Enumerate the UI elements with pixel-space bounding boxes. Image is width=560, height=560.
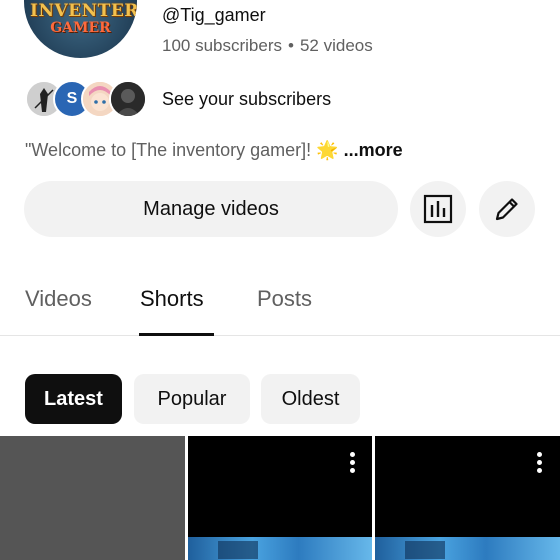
subscriber-count: 100 subscribers bbox=[162, 36, 283, 55]
dark-avatar-icon bbox=[111, 82, 145, 116]
pencil-icon bbox=[495, 198, 518, 221]
short-thumbnail[interactable] bbox=[0, 436, 185, 560]
thumbnail-image bbox=[375, 537, 560, 560]
active-tab-indicator bbox=[139, 333, 214, 336]
filter-chip-oldest[interactable]: Oldest bbox=[261, 374, 360, 424]
analytics-button[interactable] bbox=[410, 181, 466, 237]
tab-shorts[interactable]: Shorts bbox=[140, 286, 204, 312]
thumbnail-image bbox=[188, 537, 372, 560]
tabs-divider bbox=[0, 335, 560, 336]
more-options-icon[interactable] bbox=[349, 452, 355, 474]
more-options-icon[interactable] bbox=[536, 452, 542, 474]
description-text: "Welcome to [The inventory gamer]! 🌟 bbox=[25, 140, 339, 160]
bar-chart-icon bbox=[423, 194, 453, 224]
description-more-link[interactable]: ...more bbox=[344, 140, 403, 160]
filter-chip-latest[interactable]: Latest bbox=[25, 374, 122, 424]
manage-videos-button[interactable]: Manage videos bbox=[24, 181, 398, 237]
separator-dot: • bbox=[288, 36, 294, 55]
edit-channel-button[interactable] bbox=[479, 181, 535, 237]
subscriber-avatar bbox=[109, 80, 147, 118]
tab-videos[interactable]: Videos bbox=[25, 286, 92, 312]
short-thumbnail[interactable] bbox=[188, 436, 372, 560]
video-count: 52 videos bbox=[299, 36, 373, 55]
logo-text-gamer: GAMER bbox=[50, 20, 111, 36]
logo-text-inventery: INVENTERY bbox=[30, 1, 137, 21]
short-thumbnail[interactable] bbox=[375, 436, 560, 560]
filter-chip-popular[interactable]: Popular bbox=[134, 374, 250, 424]
channel-avatar[interactable]: INVENTERY GAMER bbox=[24, 0, 137, 58]
tab-posts[interactable]: Posts bbox=[257, 286, 312, 312]
channel-stats: 100 subscribers • 52 videos bbox=[162, 36, 373, 56]
subscriber-avatars[interactable]: S bbox=[25, 80, 149, 118]
see-subscribers-link[interactable]: See your subscribers bbox=[162, 89, 331, 110]
channel-handle: @Tig_gamer bbox=[162, 5, 266, 25]
channel-description[interactable]: "Welcome to [The inventory gamer]! 🌟 ...… bbox=[25, 140, 403, 161]
